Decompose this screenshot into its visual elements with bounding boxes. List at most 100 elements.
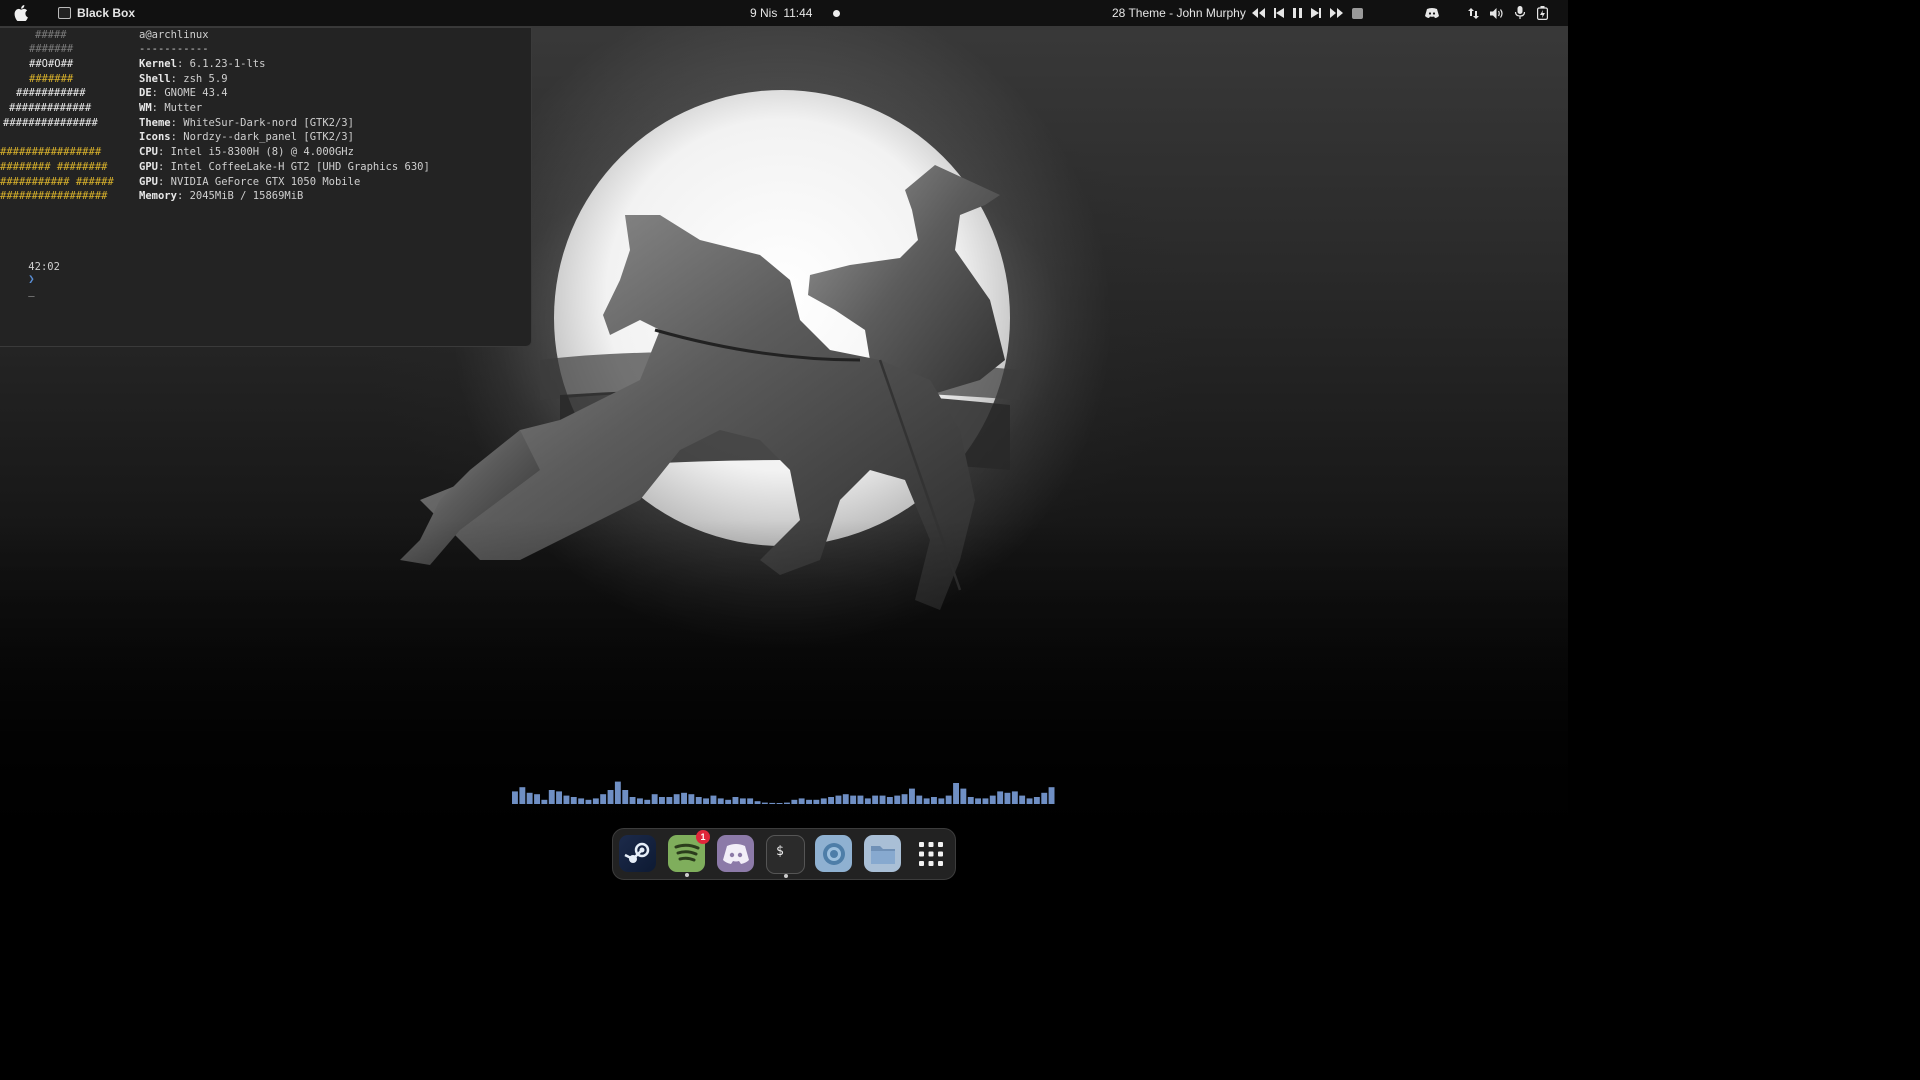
activities-button[interactable] (14, 0, 28, 26)
dock-item-spotify[interactable]: 1 (668, 830, 710, 877)
visualizer-bar (688, 794, 695, 804)
visualizer-bar (725, 799, 732, 804)
dock-item-discord[interactable] (717, 835, 754, 872)
visualizer-bar (960, 788, 967, 804)
clock-date: 9 Nis (750, 6, 778, 20)
info-row-icons: Icons: Nordzy--dark_panel [GTK2/3] (139, 131, 354, 143)
visualizer-bar (923, 798, 930, 804)
separator-line: ----------- (139, 43, 209, 55)
ascii-line: ########### ###### (0, 176, 114, 188)
dock-item-terminal[interactable]: $ (766, 835, 805, 878)
info-value: GNOME 43.4 (164, 87, 228, 99)
visualizer-bar (769, 802, 776, 804)
info-row-memory: Memory: 2045MiB / 15869MiB (139, 190, 304, 202)
visualizer-bar (614, 781, 621, 804)
info-row-cpu: CPU: Intel i5-8300H (8) @ 4.000GHz (139, 146, 354, 158)
discord-tray-icon[interactable] (1425, 8, 1439, 18)
visualizer-bar (695, 797, 702, 804)
host-line: a@archlinux (139, 29, 209, 41)
pause-icon[interactable] (1293, 8, 1302, 18)
info-key: WM (139, 102, 152, 114)
audio-visualizer (512, 781, 1055, 804)
dock-item-browser[interactable] (815, 835, 852, 872)
info-row-de: DE: GNOME 43.4 (139, 87, 228, 99)
visualizer-bar (886, 797, 893, 804)
visualizer-bar (556, 791, 562, 804)
ascii-line: ############# (9, 102, 92, 114)
visualizer-bar (732, 797, 739, 804)
battery-icon[interactable] (1537, 6, 1548, 20)
next-track-icon[interactable] (1311, 8, 1321, 18)
volume-icon[interactable] (1490, 7, 1503, 19)
visualizer-bar (1041, 792, 1048, 804)
visualizer-bar (673, 794, 680, 804)
visualizer-bar (585, 799, 592, 804)
info-row-wm: WM: Mutter (139, 102, 203, 114)
dock-item-files[interactable] (864, 835, 901, 872)
visualizer-bar (975, 798, 981, 804)
ascii-line: ######## ######## (0, 161, 108, 173)
info-value: Intel i5-8300H (8) @ 4.000GHz (170, 146, 354, 158)
info-key: GPU (139, 176, 158, 188)
dock-item-steam[interactable] (619, 835, 656, 872)
visualizer-bar (850, 795, 857, 804)
visualizer-bar (651, 794, 658, 804)
info-key: Memory (139, 190, 177, 202)
visualizer-bar (931, 797, 937, 804)
visualizer-bar (519, 787, 526, 804)
ascii-line: ################# (0, 190, 108, 202)
visualizer-bar (982, 798, 989, 804)
visualizer-bar (967, 797, 974, 804)
visualizer-bar (864, 798, 871, 804)
visualizer-bar (526, 792, 533, 804)
info-key: DE (139, 87, 152, 99)
rewind-icon[interactable] (1252, 8, 1265, 18)
info-key: GPU (139, 161, 158, 173)
terminal-window[interactable]: ##### ####### ##O#O## ####### ##########… (0, 27, 532, 347)
visualizer-bar (857, 795, 864, 804)
visualizer-bar (945, 795, 952, 804)
visualizer-bar (607, 790, 614, 804)
info-row-gpu: GPU: Intel CoffeeLake-H GT2 [UHD Graphic… (139, 161, 430, 173)
app-menu[interactable]: Black Box (58, 0, 135, 26)
terminal-icon: $ (776, 844, 784, 859)
ascii-line: ########### (16, 87, 86, 99)
visualizer-bar (681, 792, 687, 804)
visualizer-bar (570, 797, 577, 804)
steam-icon (623, 839, 653, 869)
visualizer-bar (820, 798, 827, 804)
ascii-line: ####### (29, 43, 74, 55)
top-panel: Black Box 9 Nis 11:44 28 Theme - John Mu… (0, 0, 1568, 26)
info-value: zsh 5.9 (183, 73, 228, 85)
clock[interactable]: 9 Nis 11:44 (750, 0, 812, 26)
info-row-shell: Shell: zsh 5.9 (139, 73, 228, 85)
running-indicator (783, 874, 788, 878)
previous-track-icon[interactable] (1274, 8, 1284, 18)
terminal-icon (58, 7, 71, 19)
shell-prompt[interactable]: 42:02 ❯ _ (3, 249, 60, 309)
info-key: Icons (139, 131, 171, 143)
visualizer-bar (806, 799, 812, 804)
visualizer-bar (637, 798, 643, 804)
dock-item-show-apps[interactable] (912, 835, 949, 872)
visualizer-bar (512, 791, 518, 804)
visualizer-bar (739, 798, 746, 804)
spotify-icon (673, 842, 701, 866)
app-title: Black Box (77, 6, 136, 20)
album-art-icon[interactable] (1352, 7, 1363, 19)
text-cursor: _ (28, 285, 35, 297)
now-playing[interactable]: 28 Theme - John Murphy (1112, 0, 1246, 26)
visualizer-bar (563, 795, 570, 804)
network-icon[interactable] (1468, 7, 1479, 19)
visualizer-bar (666, 797, 673, 804)
notification-dot[interactable] (833, 0, 840, 26)
media-controls (1252, 0, 1363, 26)
visualizer-bar (828, 797, 834, 804)
fast-forward-icon[interactable] (1330, 8, 1343, 18)
visualizer-bar (534, 794, 540, 804)
ascii-line: ############### (3, 117, 98, 129)
apple-logo-icon (14, 5, 28, 21)
microphone-icon[interactable] (1514, 6, 1526, 20)
visualizer-bar (761, 802, 768, 804)
visualizer-bar (1011, 791, 1018, 804)
